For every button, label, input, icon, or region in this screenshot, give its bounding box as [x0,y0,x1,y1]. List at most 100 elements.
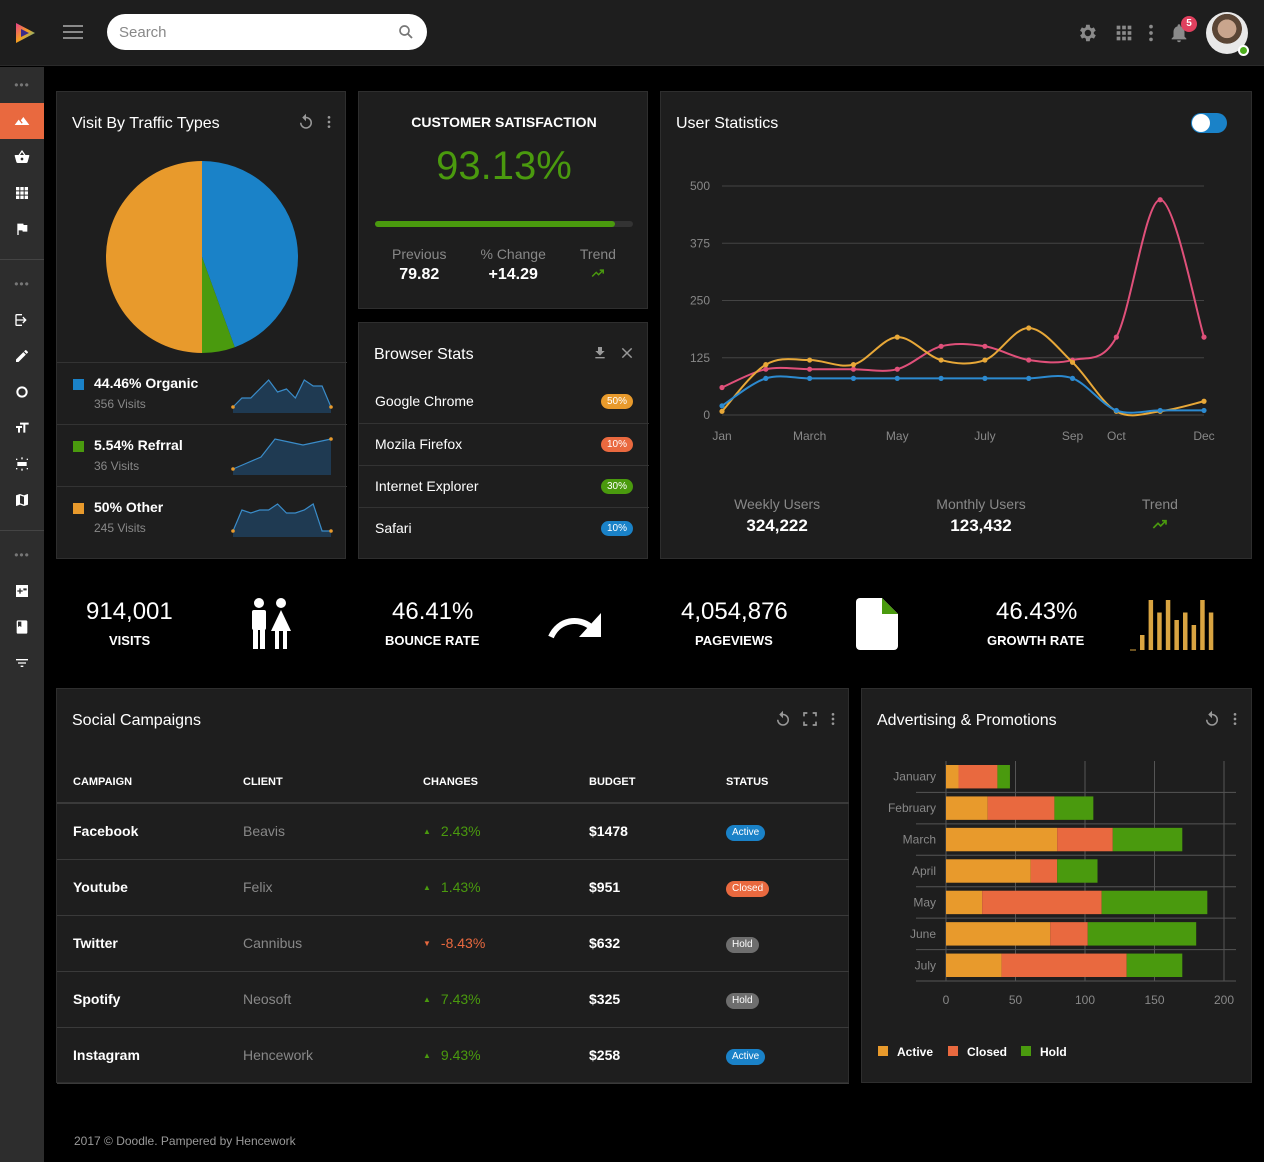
data-point[interactable] [850,362,857,368]
bar-closed[interactable] [1057,827,1113,852]
data-point[interactable] [894,334,900,340]
bar-active[interactable] [946,922,1051,946]
table-row[interactable]: Twitter Cannibus ▼ -8.43% $632 Hold [57,915,849,972]
table-row[interactable]: Instagram Hencework ▲ 9.43% $258 Active [57,1027,849,1084]
data-point[interactable] [894,375,900,381]
gear-icon[interactable] [1076,22,1098,44]
data-point[interactable] [1026,375,1032,381]
data-point[interactable] [763,366,769,372]
data-point[interactable] [719,384,725,391]
column-header-changes[interactable]: CHANGES [423,761,589,804]
data-point[interactable] [1069,359,1076,365]
data-point[interactable] [1026,325,1032,331]
column-header-budget[interactable]: BUDGET [589,761,726,804]
data-point[interactable] [719,403,725,409]
table-row[interactable]: Youtube Felix ▲ 1.43% $951 Closed [57,859,849,916]
bar-active[interactable] [946,827,1058,852]
data-point[interactable] [763,362,769,368]
column-header-status[interactable]: STATUS [726,761,849,804]
bar-active[interactable] [946,796,988,820]
apps-grid-icon[interactable] [1113,22,1135,44]
sidebar-item-flag[interactable] [0,211,44,247]
data-point[interactable] [938,357,944,363]
more-vertical-icon[interactable] [321,113,337,131]
bar-hold[interactable] [997,765,1010,789]
bar-hold[interactable] [1126,953,1183,977]
data-point[interactable] [807,366,813,372]
sidebar-item-dashboard[interactable] [0,103,44,139]
bar-active[interactable] [946,765,959,789]
download-icon[interactable] [592,345,608,361]
data-point[interactable] [1157,407,1163,414]
more-vertical-icon[interactable] [1227,710,1243,728]
bar-closed[interactable] [982,890,1102,915]
sidebar-item-maps[interactable] [0,482,44,518]
sidebar-item-login[interactable] [0,302,44,338]
refresh-icon[interactable] [1203,710,1221,728]
browser-row[interactable]: Safari 10% [359,507,649,549]
refresh-icon[interactable] [297,113,315,131]
data-point[interactable] [1201,398,1207,404]
table-row[interactable]: Facebook Beavis ▲ 2.43% $1478 Active [57,803,849,860]
sidebar-item-typography[interactable] [0,410,44,446]
bar-hold[interactable] [1054,796,1094,820]
bar-hold[interactable] [1112,827,1183,852]
data-point[interactable] [1026,357,1032,363]
search-input[interactable] [119,23,397,41]
data-point[interactable] [982,343,988,349]
bar-closed[interactable] [958,765,998,789]
y-tick-label: 500 [690,179,710,193]
data-point[interactable] [807,375,813,381]
table-row[interactable]: Spotify Neosoft ▲ 7.43% $325 Hold [57,971,849,1028]
bar-closed[interactable] [1001,953,1127,977]
search-icon[interactable] [397,23,415,41]
close-icon[interactable] [619,345,635,361]
refresh-icon[interactable] [774,710,792,728]
data-point[interactable] [850,375,857,381]
menu-toggle-icon[interactable] [63,25,83,41]
data-point[interactable] [1157,197,1163,203]
data-point[interactable] [982,357,988,363]
bar-active[interactable] [946,859,1031,883]
data-point[interactable] [1069,375,1076,381]
column-header-client[interactable]: CLIENT [243,761,423,804]
browser-row[interactable]: Mozila Firefox 10% [359,423,649,465]
more-vertical-icon[interactable] [825,710,841,728]
sidebar-item-ecommerce[interactable] [0,139,44,175]
bar-hold[interactable] [1057,859,1098,883]
browser-row[interactable]: Internet Explorer 30% [359,465,649,507]
data-point[interactable] [938,375,944,381]
more-vertical-icon[interactable] [1140,22,1162,44]
bar-active[interactable] [946,890,983,915]
data-point[interactable] [1201,334,1207,340]
bar-hold[interactable] [1101,890,1208,915]
data-point[interactable] [1113,407,1119,414]
sidebar-item-apps[interactable] [0,175,44,211]
bar-hold[interactable] [1087,922,1197,946]
data-point[interactable] [850,366,857,372]
data-point[interactable] [894,366,900,372]
user-stats-toggle[interactable] [1191,113,1227,133]
data-point[interactable] [763,375,769,381]
data-point[interactable] [719,408,725,414]
data-point[interactable] [1201,407,1207,414]
data-point[interactable] [1113,334,1119,340]
fullscreen-icon[interactable] [802,711,818,727]
app-logo-icon[interactable] [13,21,37,45]
column-header-campaign[interactable]: CAMPAIGN [57,761,243,804]
data-point[interactable] [982,375,988,381]
sidebar-item-edit[interactable] [0,338,44,374]
bar-closed[interactable] [1030,859,1058,883]
data-point[interactable] [807,357,813,363]
pie-slice-other[interactable] [106,161,202,353]
data-point[interactable] [938,343,944,349]
sidebar-item-circle[interactable] [0,374,44,410]
bar-active[interactable] [946,953,1002,977]
browser-row[interactable]: Google Chrome 50% [359,381,649,423]
sidebar-item-brightness[interactable] [0,446,44,482]
sidebar-item-book[interactable] [0,609,44,645]
bar-closed[interactable] [987,796,1055,820]
bar-closed[interactable] [1050,922,1088,946]
sidebar-item-filter[interactable] [0,645,44,681]
sidebar-item-widgets[interactable] [0,573,44,609]
